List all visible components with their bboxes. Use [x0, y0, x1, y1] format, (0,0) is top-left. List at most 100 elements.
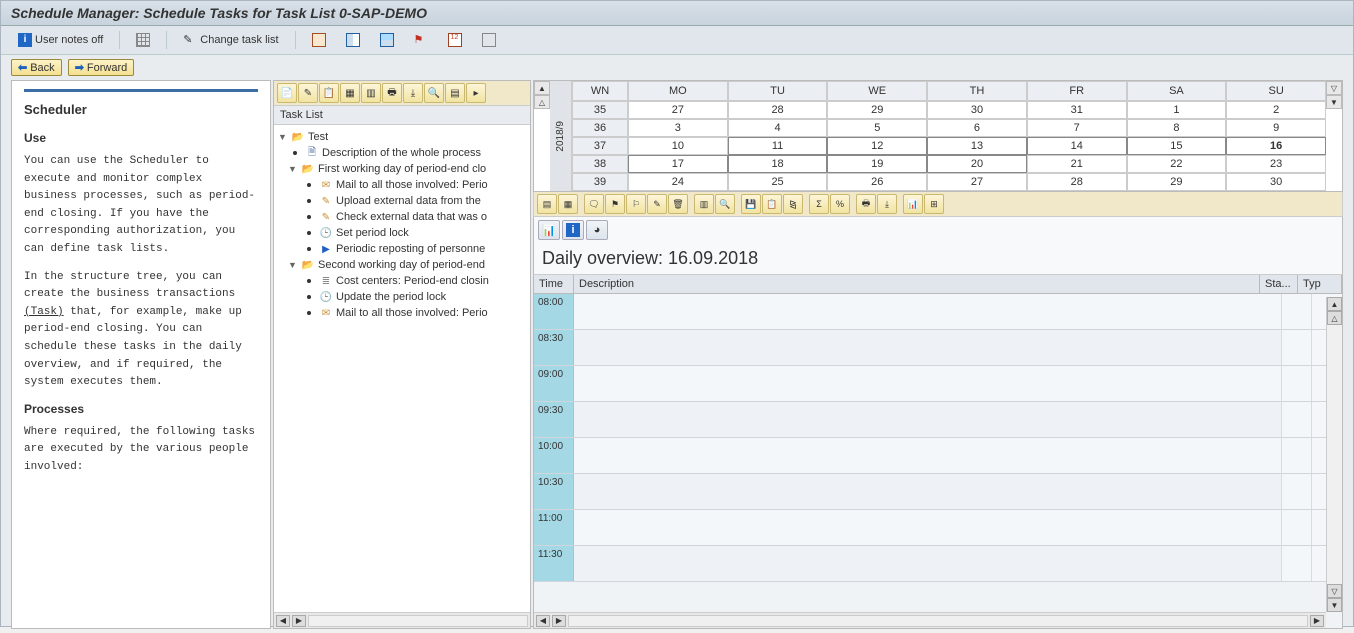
- ov-tool[interactable]: %: [830, 194, 850, 214]
- legend-button[interactable]: ◕: [586, 220, 608, 240]
- ov-tool[interactable]: 🔍: [715, 194, 735, 214]
- tool-button-6[interactable]: [475, 30, 503, 50]
- schedule-row[interactable]: 10:00: [534, 438, 1342, 474]
- cal-day[interactable]: 2: [1226, 101, 1326, 119]
- tree-tool-3[interactable]: 📋: [319, 83, 339, 103]
- ov-tool[interactable]: 🗑: [668, 194, 688, 214]
- tree-tool-6[interactable]: 🖶: [382, 83, 402, 103]
- collapse-icon[interactable]: ▼: [278, 132, 288, 142]
- scroll-down[interactable]: ▼: [1327, 598, 1342, 612]
- tree-item[interactable]: ▶Periodic reposting of personne: [274, 241, 530, 257]
- scroll-down-small[interactable]: ▽: [1327, 584, 1342, 598]
- cal-day[interactable]: 5: [827, 119, 927, 137]
- cal-day[interactable]: 10: [628, 137, 728, 155]
- cal-day[interactable]: 22: [1127, 155, 1227, 173]
- cal-day[interactable]: 12: [827, 137, 927, 155]
- cal-day[interactable]: 19: [827, 155, 927, 173]
- cal-day[interactable]: 29: [1127, 173, 1227, 191]
- desc-cell[interactable]: [574, 438, 1282, 473]
- schedule-row[interactable]: 09:00: [534, 366, 1342, 402]
- tool-button-4[interactable]: ⚑: [407, 30, 435, 50]
- task-link[interactable]: (Task): [24, 306, 64, 318]
- desc-cell[interactable]: [574, 546, 1282, 581]
- tree-item[interactable]: ✎Upload external data from the: [274, 193, 530, 209]
- cal-day[interactable]: 29: [827, 101, 927, 119]
- schedule-hscroll[interactable]: ◀ ▶ ▶: [534, 612, 1326, 628]
- tree-item[interactable]: 🕒Update the period lock: [274, 289, 530, 305]
- schedule-row[interactable]: 09:30: [534, 402, 1342, 438]
- desc-cell[interactable]: [574, 294, 1282, 329]
- scroll-track[interactable]: [308, 615, 528, 627]
- tree-tool-8[interactable]: 🔍: [424, 83, 444, 103]
- schedule-row[interactable]: 10:30: [534, 474, 1342, 510]
- schedule-row[interactable]: 08:00: [534, 294, 1342, 330]
- cal-day[interactable]: 7: [1027, 119, 1127, 137]
- tree-tool-4[interactable]: ▦: [340, 83, 360, 103]
- schedule-body[interactable]: 08:0008:3009:0009:3010:0010:3011:0011:30: [534, 294, 1342, 628]
- tree-tool-more[interactable]: ▸: [466, 83, 486, 103]
- scroll-right-end[interactable]: ▶: [1310, 615, 1324, 627]
- cal-day[interactable]: 1: [1127, 101, 1227, 119]
- scroll-track[interactable]: [1327, 325, 1342, 584]
- grid-button[interactable]: [129, 30, 157, 50]
- scroll-track[interactable]: [568, 615, 1308, 627]
- tool-button-5[interactable]: 12: [441, 30, 469, 50]
- tree-tool-5[interactable]: ▥: [361, 83, 381, 103]
- cal-day[interactable]: 30: [1226, 173, 1326, 191]
- scroll-up-small[interactable]: △: [1327, 311, 1342, 325]
- cal-day[interactable]: 21: [1027, 155, 1127, 173]
- tree-item[interactable]: ▼ 📂 First working day of period-end clo: [274, 161, 530, 177]
- cal-day[interactable]: 16: [1226, 137, 1326, 155]
- tree-tool-2[interactable]: ✎: [298, 83, 318, 103]
- tree-item[interactable]: ≣Cost centers: Period-end closin: [274, 273, 530, 289]
- ov-tool[interactable]: 🗨: [584, 194, 604, 214]
- tree-item[interactable]: ✉Mail to all those involved: Perio: [274, 177, 530, 193]
- cal-day[interactable]: 9: [1226, 119, 1326, 137]
- ov-tool[interactable]: ▤: [537, 194, 557, 214]
- desc-cell[interactable]: [574, 330, 1282, 365]
- scroll-right-button[interactable]: ▶: [292, 615, 306, 627]
- schedule-row[interactable]: 11:00: [534, 510, 1342, 546]
- cal-day[interactable]: 13: [927, 137, 1027, 155]
- cal-day[interactable]: 26: [827, 173, 927, 191]
- cal-day[interactable]: 24: [628, 173, 728, 191]
- tree-root[interactable]: ▼ 📂 Test: [274, 129, 530, 145]
- scroll-left[interactable]: ◀: [536, 615, 550, 627]
- cal-day[interactable]: 31: [1027, 101, 1127, 119]
- cal-next-year[interactable]: ▼: [1326, 95, 1342, 109]
- cal-day[interactable]: 11: [728, 137, 828, 155]
- tree-tool-1[interactable]: 📄: [277, 83, 297, 103]
- desc-cell[interactable]: [574, 366, 1282, 401]
- tree-item[interactable]: 🕒Set period lock: [274, 225, 530, 241]
- cal-day[interactable]: 3: [628, 119, 728, 137]
- chart-button[interactable]: 📊: [538, 220, 560, 240]
- task-tree[interactable]: ▼ 📂 Test 🗎 Description of the whole proc…: [274, 125, 530, 612]
- ov-tool[interactable]: Σ: [809, 194, 829, 214]
- ov-tool[interactable]: 📋: [762, 194, 782, 214]
- cal-prev-month[interactable]: △: [534, 95, 550, 109]
- change-task-button[interactable]: ✎ Change task list: [176, 30, 285, 50]
- schedule-vscroll[interactable]: ▲ △ ▽ ▼: [1326, 297, 1342, 612]
- cal-day[interactable]: 18: [728, 155, 828, 173]
- cal-day[interactable]: 17: [628, 155, 728, 173]
- tool-button-2[interactable]: [339, 30, 367, 50]
- ov-tool[interactable]: ⚑: [605, 194, 625, 214]
- cal-day[interactable]: 27: [628, 101, 728, 119]
- cal-day[interactable]: 4: [728, 119, 828, 137]
- cal-day[interactable]: 28: [728, 101, 828, 119]
- cal-day[interactable]: 14: [1027, 137, 1127, 155]
- tool-button-3[interactable]: [373, 30, 401, 50]
- info-button[interactable]: i: [562, 220, 584, 240]
- ov-tool[interactable]: ✎: [647, 194, 667, 214]
- tree-hscroll[interactable]: ◀ ▶: [274, 612, 530, 628]
- scroll-left-button[interactable]: ◀: [276, 615, 290, 627]
- user-notes-button[interactable]: i User notes off: [11, 30, 110, 50]
- desc-cell[interactable]: [574, 510, 1282, 545]
- collapse-icon[interactable]: ▼: [288, 164, 298, 174]
- scroll-right[interactable]: ▶: [552, 615, 566, 627]
- tree-item[interactable]: ✉Mail to all those involved: Perio: [274, 305, 530, 321]
- desc-cell[interactable]: [574, 402, 1282, 437]
- ov-tool[interactable]: ▥: [694, 194, 714, 214]
- ov-tool[interactable]: ⊞: [924, 194, 944, 214]
- cal-day[interactable]: 27: [927, 173, 1027, 191]
